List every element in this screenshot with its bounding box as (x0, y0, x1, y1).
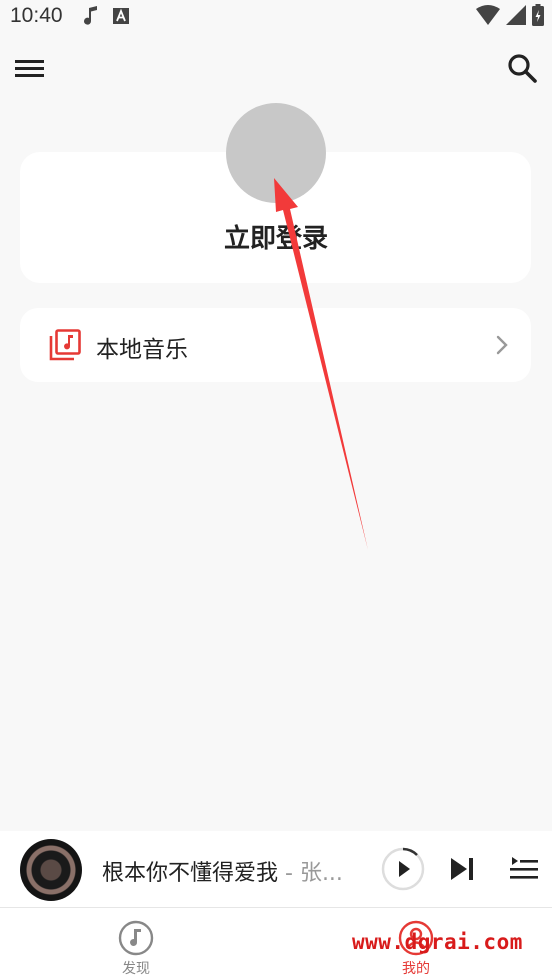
song-info[interactable]: 根本你不懂得爱我 - 张... (102, 855, 352, 887)
nav-discover[interactable]: 发现 (96, 920, 176, 978)
song-artist: - 张... (278, 861, 343, 886)
status-bar: 10:40 (0, 0, 552, 32)
chevron-right-icon (496, 335, 508, 355)
album-art[interactable] (20, 839, 82, 901)
skip-next-icon[interactable] (448, 855, 476, 883)
mini-player[interactable]: 根本你不懂得爱我 - 张... (0, 831, 552, 908)
font-icon (112, 8, 129, 24)
wifi-icon (476, 5, 500, 25)
login-button[interactable]: 立即登录 (0, 218, 552, 255)
status-icons-left (83, 6, 129, 26)
play-icon[interactable] (381, 847, 425, 891)
search-icon[interactable] (506, 52, 538, 84)
battery-icon (532, 4, 544, 26)
signal-icon (506, 5, 526, 25)
app-bar (0, 44, 552, 92)
disc-icon (118, 920, 154, 956)
local-music-label: 本地音乐 (96, 337, 188, 363)
nav-mine-label: 我的 (402, 961, 430, 977)
playlist-icon[interactable] (508, 855, 540, 883)
menu-icon[interactable] (14, 54, 46, 82)
status-time: 10:40 (10, 4, 63, 27)
music-library-icon (49, 329, 81, 361)
song-title: 根本你不懂得爱我 (102, 861, 279, 886)
watermark: www.dgrai.com (352, 930, 523, 954)
status-icons-right (476, 4, 544, 26)
avatar[interactable] (226, 103, 326, 203)
nav-discover-label: 发现 (122, 961, 150, 977)
music-note-icon (83, 6, 97, 25)
local-music-item[interactable]: 本地音乐 (20, 308, 531, 382)
